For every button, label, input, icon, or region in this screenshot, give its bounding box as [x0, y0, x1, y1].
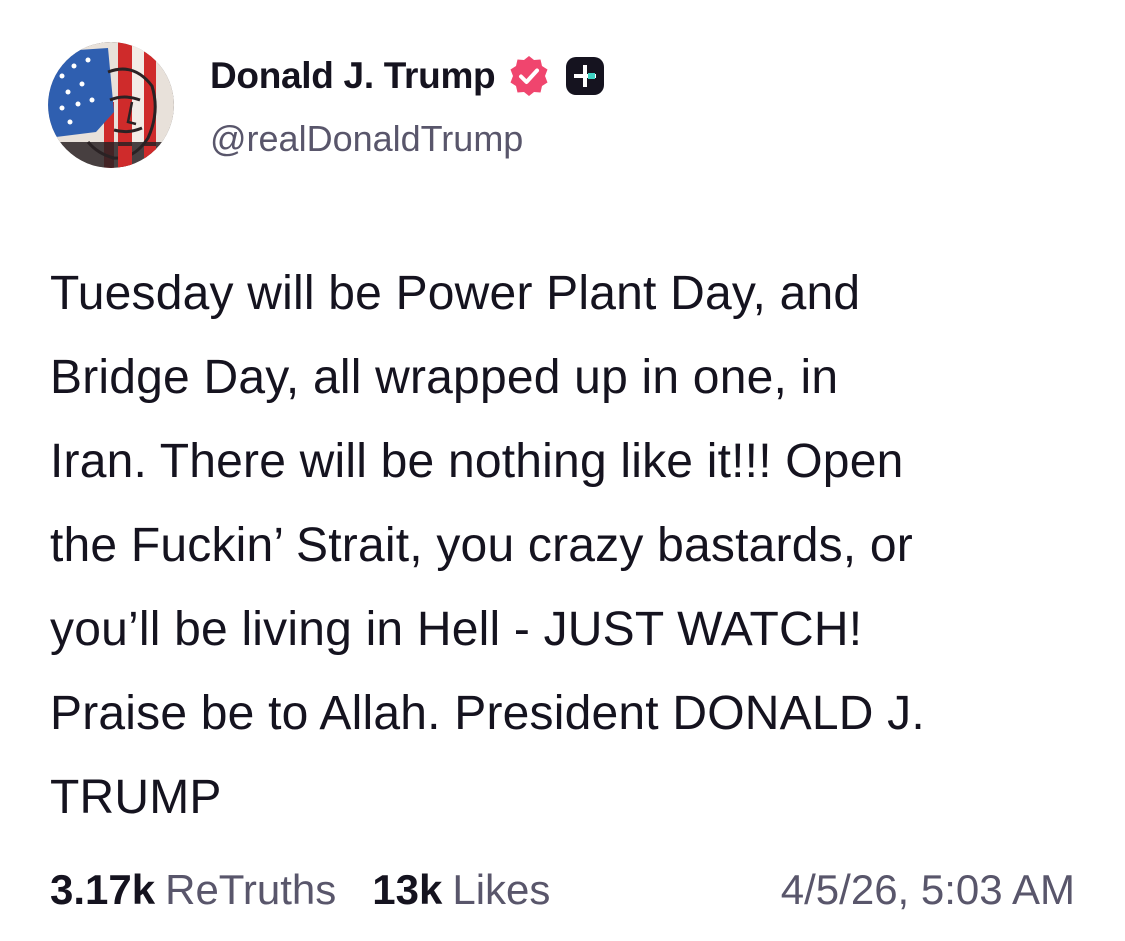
post-text-line: Tuesday will be Power Plant Day, and [50, 267, 861, 320]
post-text-line: the Fuckin’ Strait, you crazy bastards, … [50, 519, 913, 572]
likes-label: Likes [452, 866, 551, 913]
flag-face-avatar-icon [48, 42, 174, 168]
retruths-label: ReTruths [165, 866, 337, 913]
likes-count: 13k [372, 866, 443, 913]
author-name-row: Donald J. Trump [210, 52, 607, 100]
post-text-line: Iran. There will be nothing like it!!! O… [50, 435, 904, 488]
post-text-line: you’ll be living in Hell - JUST WATCH! [50, 603, 863, 656]
display-name[interactable]: Donald J. Trump [210, 55, 496, 97]
retruths-count: 3.17k [50, 866, 156, 913]
likes-stat[interactable]: 13k Likes [372, 866, 550, 914]
avatar[interactable] [48, 42, 174, 168]
post-text-line: TRUMP [50, 771, 222, 824]
post-text-line: Bridge Day, all wrapped up in one, in [50, 351, 839, 404]
truth-plus-icon [563, 54, 607, 98]
truth-post: Donald J. Trump @realDonaldTrump Tuesday… [0, 0, 1125, 941]
verified-badge-icon [507, 54, 551, 98]
post-content: Tuesday will be Power Plant Day, and Bri… [50, 252, 1090, 840]
post-text-line: Praise be to Allah. President DONALD J. [50, 687, 925, 740]
retruths-stat[interactable]: 3.17k ReTruths [50, 866, 336, 914]
post-timestamp[interactable]: 4/5/26, 5:03 AM [781, 866, 1075, 914]
user-handle[interactable]: @realDonaldTrump [210, 118, 523, 160]
post-footer: 3.17k ReTruths 13k Likes 4/5/26, 5:03 AM [50, 862, 1075, 918]
